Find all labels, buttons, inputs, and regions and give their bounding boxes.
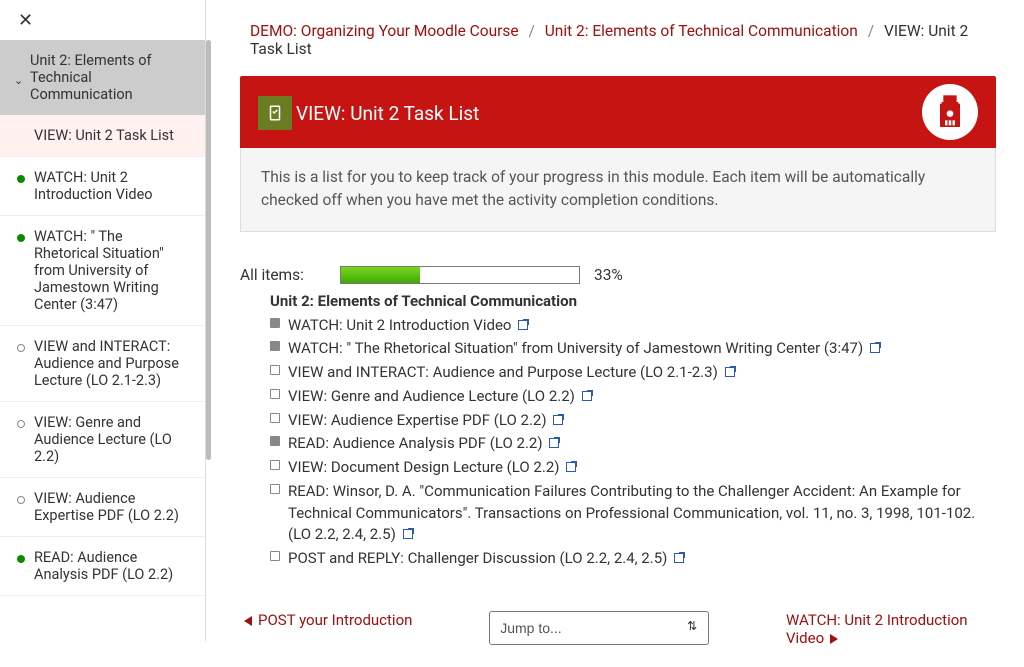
checkbox-icon xyxy=(270,389,280,399)
checkbox-icon xyxy=(270,365,280,375)
prev-activity-label: POST your Introduction xyxy=(258,611,412,629)
external-link-icon[interactable] xyxy=(549,438,559,448)
checklist-item[interactable]: WATCH: " The Rhetorical Situation" from … xyxy=(270,337,996,361)
jump-to-select[interactable]: Jump to... xyxy=(489,611,709,645)
external-link-icon[interactable] xyxy=(674,553,684,563)
next-activity-label: WATCH: Unit 2 Introduction Video xyxy=(786,611,968,647)
status-dot-icon xyxy=(17,234,25,242)
scrollbar-thumb[interactable] xyxy=(206,40,211,460)
chevron-down-icon: ⌄ xyxy=(14,74,23,87)
next-activity-link[interactable]: WATCH: Unit 2 Introduction Video xyxy=(786,611,996,647)
progress-label: All items: xyxy=(240,266,340,284)
breadcrumb-link-course[interactable]: DEMO: Organizing Your Moodle Course xyxy=(250,22,519,40)
arrow-right-icon xyxy=(830,634,838,644)
jump-to-select-wrap: Jump to... ⇅ xyxy=(489,611,709,645)
sidebar-item-read-analysis[interactable]: READ: Audience Analysis PDF (LO 2.2) xyxy=(0,537,205,596)
checklist-item-label: READ: Winsor, D. A. "Communication Failu… xyxy=(288,482,975,544)
prev-activity-link[interactable]: POST your Introduction xyxy=(240,611,412,629)
external-link-icon[interactable] xyxy=(518,320,528,330)
main-content: DEMO: Organizing Your Moodle Course / Un… xyxy=(228,0,1008,667)
checklist-item-label: READ: Audience Analysis PDF (LO 2.2) xyxy=(288,434,543,452)
checklist-item[interactable]: VIEW: Document Design Lecture (LO 2.2) xyxy=(270,456,996,480)
sidebar: ✕ ⌄ Unit 2: Elements of Technical Commun… xyxy=(0,0,206,641)
progress-percent: 33% xyxy=(594,266,623,284)
intro-text: This is a list for you to keep track of … xyxy=(240,148,996,232)
external-link-icon[interactable] xyxy=(582,391,592,401)
sidebar-item-view-genre[interactable]: VIEW: Genre and Audience Lecture (LO 2.2… xyxy=(0,402,205,478)
page-title: VIEW: Unit 2 Task List xyxy=(296,102,479,125)
checklist-item-label: VIEW and INTERACT: Audience and Purpose … xyxy=(288,363,718,381)
status-dot-icon xyxy=(17,420,25,428)
institution-logo xyxy=(922,84,978,140)
checklist-item-label: WATCH: Unit 2 Introduction Video xyxy=(288,316,511,334)
checklist-item-label: VIEW: Genre and Audience Lecture (LO 2.2… xyxy=(288,387,575,405)
external-link-icon[interactable] xyxy=(725,367,735,377)
sidebar-item-label: READ: Audience Analysis PDF (LO 2.2) xyxy=(34,549,173,583)
arrow-left-icon xyxy=(244,616,252,626)
sidebar-item-label: VIEW and INTERACT: Audience and Purpose … xyxy=(34,338,179,389)
checklist-item[interactable]: WATCH: Unit 2 Introduction Video xyxy=(270,314,996,338)
checkbox-icon xyxy=(270,551,280,561)
checkbox-icon xyxy=(270,318,280,328)
sidebar-item-label: WATCH: " The Rhetorical Situation" from … xyxy=(34,228,164,313)
sidebar-item-label: VIEW: Unit 2 Task List xyxy=(34,127,174,144)
checkbox-icon xyxy=(270,341,280,351)
external-link-icon[interactable] xyxy=(870,343,880,353)
checklist-item[interactable]: POST and REPLY: Challenger Discussion (L… xyxy=(270,547,996,571)
progress-row: All items: 33% xyxy=(240,266,996,284)
sidebar-item-label: WATCH: Unit 2 Introduction Video xyxy=(34,169,153,203)
checklist-item-label: WATCH: " The Rhetorical Situation" from … xyxy=(288,339,863,357)
checklist-item[interactable]: VIEW and INTERACT: Audience and Purpose … xyxy=(270,361,996,385)
checklist-item[interactable]: VIEW: Genre and Audience Lecture (LO 2.2… xyxy=(270,385,996,409)
status-dot-icon xyxy=(17,496,25,504)
close-icon[interactable]: ✕ xyxy=(18,12,33,30)
page-header: VIEW: Unit 2 Task List xyxy=(240,76,996,148)
sidebar-item-task-list[interactable]: VIEW: Unit 2 Task List xyxy=(0,115,205,157)
sidebar-item-label: VIEW: Genre and Audience Lecture (LO 2.2… xyxy=(34,414,172,465)
sidebar-item-watch-rhetorical[interactable]: WATCH: " The Rhetorical Situation" from … xyxy=(0,216,205,326)
sidebar-item-view-expertise[interactable]: VIEW: Audience Expertise PDF (LO 2.2) xyxy=(0,478,205,537)
breadcrumb: DEMO: Organizing Your Moodle Course / Un… xyxy=(250,22,996,58)
breadcrumb-link-unit[interactable]: Unit 2: Elements of Technical Communicat… xyxy=(545,22,858,40)
status-dot-icon xyxy=(17,555,25,563)
sidebar-section-title: Unit 2: Elements of Technical Communicat… xyxy=(30,52,152,103)
checkbox-icon xyxy=(270,460,280,470)
external-link-icon[interactable] xyxy=(566,462,576,472)
checkbox-icon xyxy=(270,436,280,446)
checklist-item-label: VIEW: Document Design Lecture (LO 2.2) xyxy=(288,458,559,476)
external-link-icon[interactable] xyxy=(403,529,413,539)
sidebar-item-watch-intro[interactable]: WATCH: Unit 2 Introduction Video xyxy=(0,157,205,216)
bottom-nav: POST your Introduction Jump to... ⇅ WATC… xyxy=(240,611,996,647)
checkbox-icon xyxy=(270,413,280,423)
external-link-icon[interactable] xyxy=(553,415,563,425)
progress-bar xyxy=(340,266,580,284)
checklist-icon xyxy=(258,96,292,130)
checklist: WATCH: Unit 2 Introduction Video WATCH: … xyxy=(270,314,996,571)
checkbox-icon xyxy=(270,484,280,494)
checklist-item-label: VIEW: Audience Expertise PDF (LO 2.2) xyxy=(288,411,547,429)
status-dot-icon xyxy=(17,175,25,183)
status-dot-icon xyxy=(17,344,25,352)
checklist-heading: Unit 2: Elements of Technical Communicat… xyxy=(270,292,996,310)
breadcrumb-separator: / xyxy=(868,22,874,40)
sidebar-item-view-interact[interactable]: VIEW and INTERACT: Audience and Purpose … xyxy=(0,326,205,402)
checklist-item[interactable]: VIEW: Audience Expertise PDF (LO 2.2) xyxy=(270,409,996,433)
breadcrumb-separator: / xyxy=(528,22,534,40)
sidebar-section-header[interactable]: ⌄ Unit 2: Elements of Technical Communic… xyxy=(0,40,205,115)
sidebar-list: ⌄ Unit 2: Elements of Technical Communic… xyxy=(0,40,205,640)
checklist-item[interactable]: READ: Audience Analysis PDF (LO 2.2) xyxy=(270,432,996,456)
checklist-item[interactable]: READ: Winsor, D. A. "Communication Failu… xyxy=(270,480,996,547)
progress-fill xyxy=(341,267,420,283)
sidebar-item-label: VIEW: Audience Expertise PDF (LO 2.2) xyxy=(34,490,179,524)
checklist-item-label: POST and REPLY: Challenger Discussion (L… xyxy=(288,549,667,567)
